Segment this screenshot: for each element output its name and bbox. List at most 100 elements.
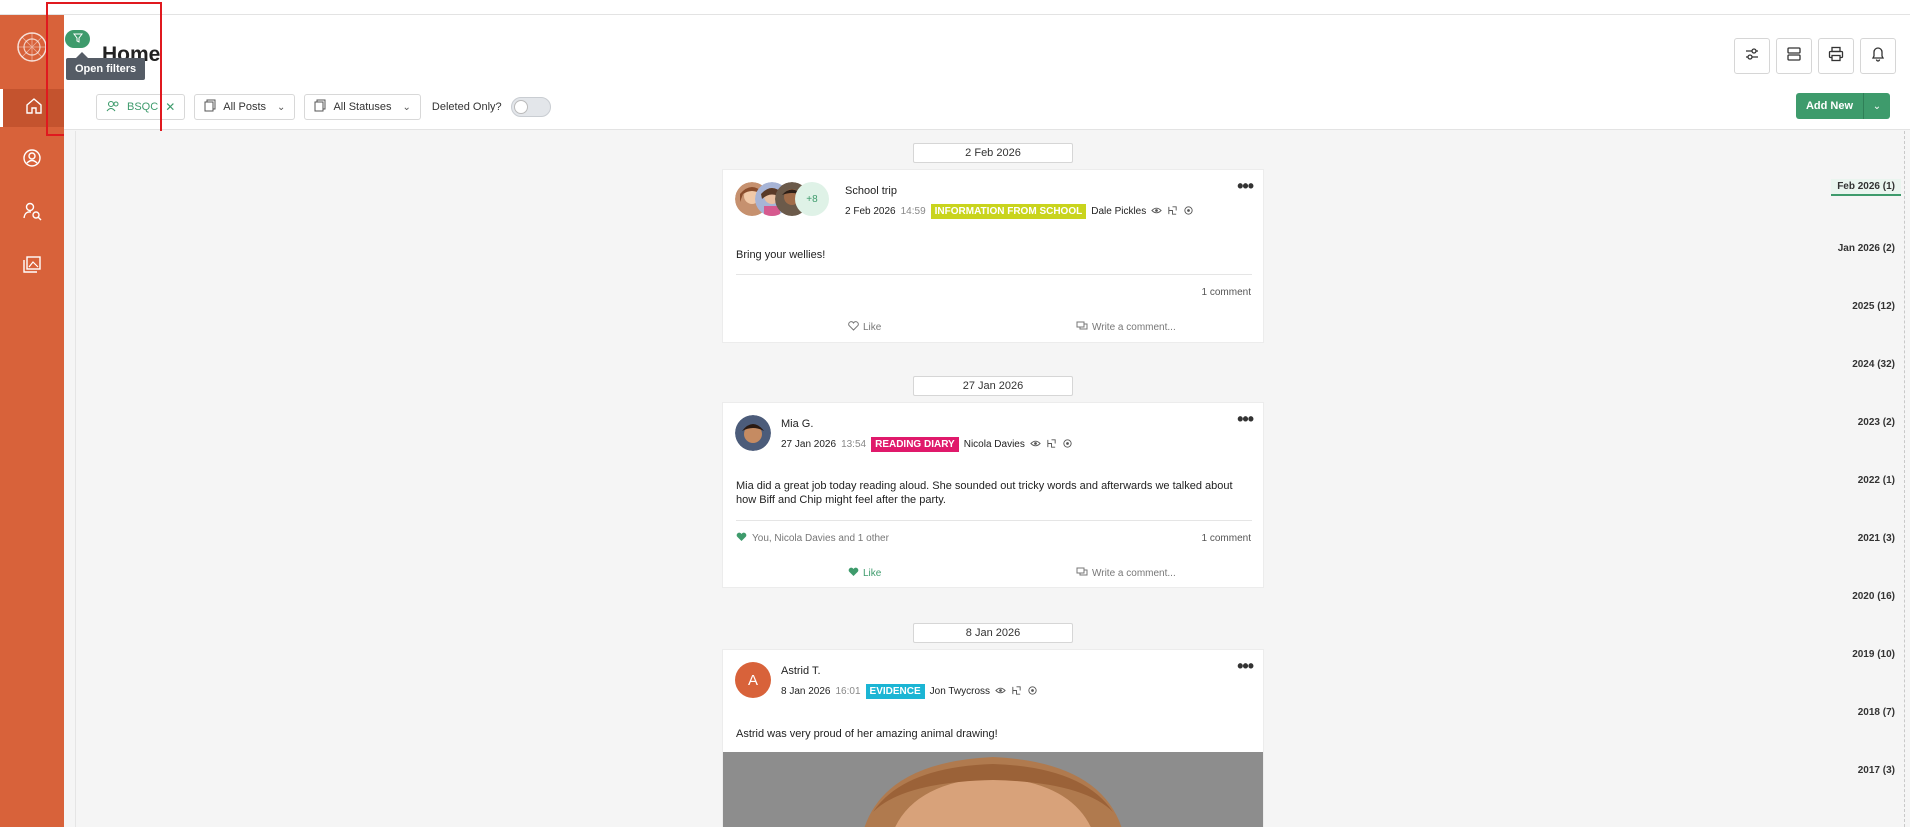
gear-icon[interactable] (1062, 438, 1073, 452)
status-filter-select[interactable]: All Statuses ⌄ (304, 94, 421, 120)
avatar[interactable] (735, 415, 771, 451)
timeline-rail (1904, 131, 1905, 827)
sidebar (0, 15, 64, 827)
timeline-item[interactable]: 2018 (7) (1858, 707, 1895, 718)
post-date: 8 Jan 2026 (781, 686, 831, 697)
print-button[interactable] (1818, 38, 1854, 74)
like-label: Like (863, 322, 882, 333)
post-menu-button[interactable]: ••• (1237, 656, 1254, 677)
post-author[interactable]: School trip (845, 185, 897, 197)
user-search-icon (22, 201, 42, 226)
divider (75, 131, 76, 827)
timeline-item[interactable]: 2023 (2) (1858, 417, 1895, 428)
post-menu-button[interactable]: ••• (1237, 176, 1254, 197)
post-body: Astrid was very proud of her amazing ani… (736, 728, 998, 740)
header-actions (1734, 38, 1896, 74)
link-icon[interactable] (1167, 205, 1178, 219)
post-body: Mia did a great job today reading aloud.… (736, 480, 1233, 506)
post-body: Bring your wellies! (736, 249, 826, 261)
timeline-item[interactable]: 2017 (3) (1858, 765, 1895, 776)
gear-icon[interactable] (1027, 685, 1038, 699)
sidebar-item-profile[interactable] (0, 141, 64, 179)
avatar[interactable]: A (735, 662, 771, 698)
documents-icon (314, 99, 326, 115)
highlight-box (46, 2, 162, 136)
add-new-button[interactable]: Add New (1795, 93, 1863, 119)
sidebar-item-gallery[interactable] (0, 247, 64, 285)
add-new-group: Add New ⌄ (1795, 93, 1890, 119)
comment-icon (1076, 567, 1088, 580)
status-filter-label: All Statuses (333, 101, 392, 113)
write-comment-button[interactable]: Write a comment... (1076, 567, 1176, 580)
write-comment-label: Write a comment... (1092, 322, 1176, 333)
post-staff: Dale Pickles (1091, 206, 1147, 217)
heart-filled-icon (736, 532, 747, 545)
adjust-settings-button[interactable] (1734, 38, 1770, 74)
bell-icon (1870, 46, 1886, 67)
post-date: 2 Feb 2026 (845, 206, 896, 217)
divider (736, 520, 1252, 521)
comment-count[interactable]: 1 comment (1202, 287, 1251, 298)
documents-icon (204, 99, 216, 115)
stack-icon (1786, 46, 1802, 67)
date-separator: 8 Jan 2026 (913, 623, 1073, 643)
timeline-nav: Feb 2026 (1) Jan 2026 (2) 2025 (12) 2024… (1820, 131, 1910, 827)
sidebar-item-search-users[interactable] (0, 194, 64, 232)
chevron-down-icon: ⌄ (402, 101, 411, 113)
visibility-icon[interactable] (995, 685, 1006, 699)
divider (736, 274, 1252, 275)
post-photo[interactable] (723, 752, 1263, 827)
post-menu-button[interactable]: ••• (1237, 409, 1254, 430)
deleted-only-label: Deleted Only? (431, 101, 502, 113)
post-meta: 2 Feb 2026 14:59 INFORMATION FROM SCHOOL… (845, 204, 1194, 219)
timeline-item[interactable]: 2019 (10) (1852, 649, 1895, 660)
post-time: 14:59 (900, 206, 926, 217)
top-bar (0, 0, 1910, 15)
post-author[interactable]: Astrid T. (781, 665, 821, 677)
date-separator: 2 Feb 2026 (913, 143, 1073, 163)
gallery-icon (22, 254, 42, 279)
post-staff: Jon Twycross (929, 686, 991, 697)
post-author[interactable]: Mia G. (781, 418, 813, 430)
remove-filter-icon[interactable]: ✕ (165, 100, 175, 114)
timeline-item[interactable]: Feb 2026 (1) (1831, 179, 1901, 196)
home-icon (24, 96, 44, 121)
write-comment-button[interactable]: Write a comment... (1076, 321, 1176, 334)
timeline-item[interactable]: Jan 2026 (2) (1838, 243, 1895, 254)
timeline-item[interactable]: 2022 (1) (1858, 475, 1895, 486)
date-separator: 27 Jan 2026 (913, 376, 1073, 396)
visibility-icon[interactable] (1030, 438, 1041, 452)
gear-icon[interactable] (1183, 205, 1194, 219)
more-avatars-badge[interactable]: +8 (795, 182, 829, 216)
link-icon[interactable] (1046, 438, 1057, 452)
visibility-icon[interactable] (1151, 205, 1162, 219)
post-meta: 8 Jan 2026 16:01 EVIDENCE Jon Twycross (781, 684, 1038, 699)
add-new-dropdown-button[interactable]: ⌄ (1863, 93, 1890, 119)
deleted-only-toggle[interactable] (510, 97, 551, 117)
timeline-item[interactable]: 2021 (3) (1858, 533, 1895, 544)
likers-summary[interactable]: You, Nicola Davies and 1 other (736, 532, 889, 545)
printer-icon (1828, 46, 1844, 67)
like-button[interactable]: Like (848, 321, 881, 334)
post-card: +8 School trip 2 Feb 2026 14:59 INFORMAT… (722, 169, 1264, 343)
post-card: Mia G. 27 Jan 2026 13:54 READING DIARY N… (722, 402, 1264, 588)
comment-count[interactable]: 1 comment (1202, 533, 1251, 544)
heart-outline-icon (848, 321, 859, 334)
write-comment-label: Write a comment... (1092, 568, 1176, 579)
notifications-button[interactable] (1860, 38, 1896, 74)
post-staff: Nicola Davies (963, 439, 1025, 450)
timeline-item[interactable]: 2025 (12) (1852, 301, 1895, 312)
page-header: Home Open filters BSQC ✕ All Posts ⌄ All… (64, 15, 1910, 130)
logo-icon[interactable] (16, 31, 48, 63)
post-tag: EVIDENCE (865, 684, 925, 699)
timeline-item[interactable]: 2020 (16) (1852, 591, 1895, 602)
layout-toggle-button[interactable] (1776, 38, 1812, 74)
toggle-knob (513, 100, 528, 114)
post-date: 27 Jan 2026 (781, 439, 837, 450)
posts-filter-select[interactable]: All Posts ⌄ (194, 94, 296, 120)
timeline-item[interactable]: 2024 (32) (1852, 359, 1895, 370)
filter-bar: BSQC ✕ All Posts ⌄ All Statuses ⌄ Delete… (96, 94, 551, 120)
like-label: Like (863, 568, 882, 579)
like-button[interactable]: Like (848, 567, 881, 580)
link-icon[interactable] (1011, 685, 1022, 699)
